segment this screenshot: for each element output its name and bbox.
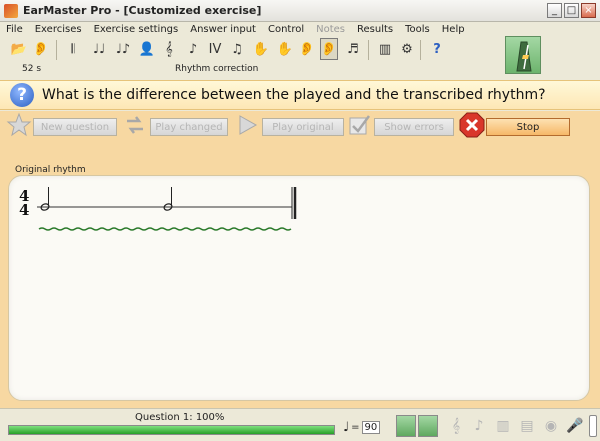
menu-answer-input[interactable]: Answer input	[184, 24, 262, 35]
menu-bar: File Exercises Exercise settings Answer …	[0, 22, 600, 36]
minimize-button[interactable]: _	[547, 3, 562, 18]
microphone-input-icon[interactable]: 🎤	[566, 417, 584, 435]
scale-identification-icon[interactable]: ♫	[228, 38, 246, 60]
menu-exercises[interactable]: Exercises	[29, 24, 88, 35]
play-original-button[interactable]: Play original	[262, 118, 344, 136]
menu-tools[interactable]: Tools	[399, 24, 436, 35]
status-bar: Question 1: 100% ♩ = 90 𝄞 ♪ ▥ ▤ ◉ 🎤	[0, 408, 600, 441]
tempo-control: ♩ = 90	[343, 417, 393, 437]
menu-control[interactable]: Control	[262, 24, 310, 35]
rhythm-staff: 4 4	[19, 187, 297, 231]
timer: 52 s	[22, 64, 42, 74]
interval-identification-icon[interactable]: ♩♩	[90, 38, 108, 60]
chord-inversion-icon[interactable]: ♪	[184, 38, 202, 60]
progress-bar	[8, 425, 335, 435]
show-errors-button[interactable]: Show errors	[374, 118, 454, 136]
chord-singing-icon[interactable]: 👤	[138, 38, 156, 60]
volume-slider[interactable]	[589, 415, 597, 437]
menu-notes[interactable]: Notes	[310, 24, 351, 35]
status-text: Question 1: 100%	[135, 412, 225, 423]
toolbar-separator	[420, 40, 421, 60]
metronome-toggle-icon[interactable]	[396, 415, 416, 437]
melody-icon[interactable]: ♬	[344, 38, 362, 60]
app-icon	[4, 3, 18, 18]
menu-help[interactable]: Help	[436, 24, 471, 35]
tempo-label: =	[351, 421, 360, 433]
toolbar-separator	[368, 40, 369, 60]
quarter-note-icon: ♩	[343, 419, 350, 435]
results-icon[interactable]: ▥	[376, 38, 394, 60]
menu-exercise-settings[interactable]: Exercise settings	[88, 24, 185, 35]
metronome-icon[interactable]	[505, 36, 541, 74]
rhythm-correction-icon[interactable]: 👂	[320, 38, 338, 60]
selection-underline	[38, 227, 292, 231]
open-folder-icon[interactable]: 📂	[10, 38, 28, 60]
chord-progression-icon[interactable]: IV	[206, 38, 224, 60]
new-question-star-icon	[6, 112, 32, 137]
tempo-input[interactable]: 90	[361, 420, 381, 434]
question-band: ? What is the difference between the pla…	[0, 80, 600, 110]
keyboard-input-icon[interactable]: ▤	[518, 417, 536, 435]
play-changed-icon	[127, 116, 143, 134]
menu-file[interactable]: File	[0, 24, 29, 35]
interval-singing-icon[interactable]: ♩♪	[114, 38, 132, 60]
toolbar-separator	[56, 40, 57, 60]
stop-button[interactable]: Stop	[486, 118, 570, 136]
toolbar: 📂 👂 𝄃 ♩♩ ♩♪ 👤 𝄞 ♪ IV ♫ ✋ ✋ 👂 👂 ♬ ▥ ⚙ ? 5…	[0, 36, 600, 78]
new-question-button[interactable]: New question	[33, 118, 117, 136]
half-note	[40, 187, 50, 211]
settings-icon[interactable]: ⚙	[398, 38, 416, 60]
window-controls: _ □ ×	[547, 3, 596, 18]
metronome-settings-icon[interactable]	[418, 415, 438, 437]
menu-results[interactable]: Results	[351, 24, 399, 35]
rhythm-reading-icon[interactable]: ✋	[276, 38, 294, 60]
stop-icon	[459, 112, 485, 138]
rhythm-imitation-icon[interactable]: ✋	[252, 38, 270, 60]
play-changed-button[interactable]: Play changed	[150, 118, 228, 136]
play-original-icon	[239, 115, 258, 135]
interval-comparison-icon[interactable]: 𝄃	[64, 38, 82, 60]
midi-input-icon[interactable]: ◉	[542, 417, 560, 435]
guitar-input-icon[interactable]: ♪	[470, 417, 488, 435]
half-note	[163, 187, 173, 211]
mode-caption: Rhythm correction	[175, 64, 259, 74]
close-button[interactable]: ×	[581, 3, 596, 18]
section-label: Original rhythm	[15, 165, 86, 175]
ear-icon[interactable]: 👂	[32, 38, 50, 60]
staff-input-icon[interactable]: 𝄞	[447, 417, 465, 435]
exercise-area: New question Play changed Play original …	[0, 111, 600, 441]
show-errors-check-icon	[349, 115, 371, 135]
time-signature-bottom: 4	[19, 201, 29, 219]
piano-input-icon[interactable]: ▥	[494, 417, 512, 435]
help-icon[interactable]: ?	[428, 38, 446, 60]
score-panel: 4 4	[8, 175, 590, 401]
rhythm-dictation-icon[interactable]: 👂	[298, 38, 316, 60]
title-bar: EarMaster Pro - [Customized exercise] _ …	[0, 0, 600, 22]
window-title: EarMaster Pro - [Customized exercise]	[23, 4, 262, 17]
question-icon: ?	[10, 83, 34, 107]
question-text: What is the difference between the playe…	[42, 87, 546, 103]
maximize-button[interactable]: □	[564, 3, 579, 18]
chord-identification-icon[interactable]: 𝄞	[160, 38, 178, 60]
progress-fill	[9, 426, 334, 434]
